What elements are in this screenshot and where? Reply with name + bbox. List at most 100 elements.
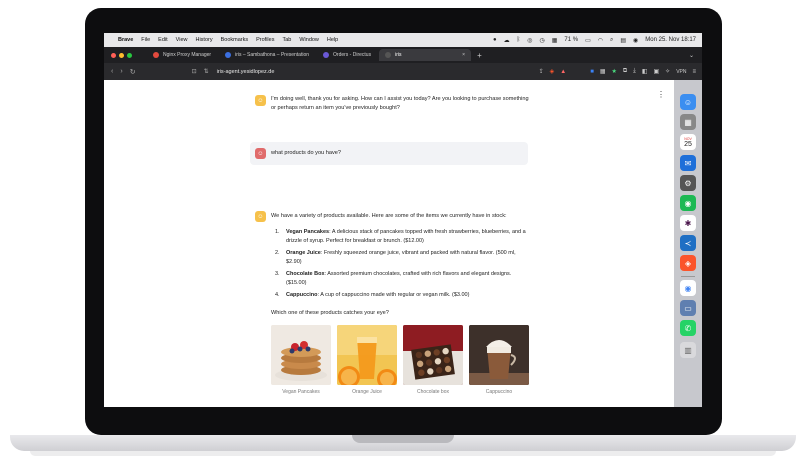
- user-message: what products do you have?: [271, 150, 341, 156]
- spotify-icon[interactable]: ◉: [680, 195, 696, 211]
- pancakes-image[interactable]: [271, 325, 331, 385]
- macos-dock: ☺ ▦ NOV 25 ✉ ⚙ ◉ ✱ ≺ ◈ ◉ ▭ ✆ ▥: [674, 80, 702, 407]
- bot-avatar-icon: ☺: [255, 211, 266, 222]
- reload-icon[interactable]: ↻: [130, 68, 136, 76]
- control-center-icon[interactable]: ▤: [620, 37, 626, 44]
- brave-icon[interactable]: ◈: [680, 255, 696, 271]
- directus-icon: [323, 52, 330, 58]
- product-name: Orange Juice: [286, 250, 321, 256]
- battery-icon[interactable]: ▭: [585, 37, 591, 44]
- laptop-notch: [352, 435, 454, 443]
- copy-icon[interactable]: ⧉: [623, 68, 627, 75]
- slack-icon[interactable]: ✱: [680, 215, 696, 231]
- close-tab-icon[interactable]: ×: [462, 52, 465, 58]
- site-settings-icon[interactable]: ⇅: [204, 68, 209, 75]
- menu-bookmarks[interactable]: Bookmarks: [221, 37, 249, 43]
- wifi-icon[interactable]: ◠: [598, 37, 603, 44]
- tab-presentation[interactable]: iris – Sambathona – Presentation: [219, 49, 315, 61]
- chevron-down-icon[interactable]: ⌄: [689, 52, 694, 59]
- user-avatar-icon: ☺: [255, 148, 266, 159]
- list-number: 2.: [275, 250, 280, 256]
- list-item: 3. Chocolate Box: Assorted premium choco…: [275, 270, 529, 288]
- wallet-icon[interactable]: ▣: [654, 68, 660, 75]
- grid-icon[interactable]: ▦: [552, 37, 558, 44]
- preview-icon[interactable]: ▭: [680, 300, 696, 316]
- url-actions: ⇪ ◈ ▲ ■ ▦ ★ ⧉ ⤓ ◧ ▣ ✧ VPN ≡: [533, 68, 696, 75]
- caption-pancakes: Vegan Pancakes: [282, 389, 320, 395]
- laptop-shadow: [30, 451, 776, 456]
- orange-juice-image[interactable]: [337, 325, 397, 385]
- menu-file[interactable]: File: [141, 37, 150, 43]
- list-number: 3.: [275, 271, 280, 277]
- menu-icon[interactable]: ≡: [692, 69, 696, 75]
- menu-edit[interactable]: Edit: [158, 37, 167, 43]
- timer-icon[interactable]: ◷: [539, 37, 544, 44]
- search-icon[interactable]: ⌕: [610, 37, 613, 44]
- tab-iris[interactable]: iris ×: [379, 49, 472, 61]
- forward-icon[interactable]: ›: [120, 68, 122, 75]
- product-list: 1. Vegan Pancakes: A delicious stack of …: [275, 228, 529, 303]
- pancakes-illustration: [271, 325, 331, 385]
- caption-chocolate-box: Chocolate box: [417, 389, 449, 395]
- brave-rewards-icon[interactable]: ▲: [560, 69, 566, 75]
- list-number: 4.: [275, 292, 280, 298]
- headphones-icon[interactable]: ◎: [527, 37, 532, 44]
- menu-window[interactable]: Window: [299, 37, 319, 43]
- zoom-window-button[interactable]: [127, 52, 132, 58]
- calendar-icon[interactable]: NOV 25: [680, 134, 696, 150]
- finder-icon[interactable]: ☺: [680, 94, 696, 110]
- siri-icon[interactable]: ◉: [633, 37, 638, 44]
- list-item: 4. Cappuccino: A cup of cappuccino made …: [275, 291, 529, 300]
- screen: Brave File Edit View History Bookmarks P…: [104, 33, 702, 407]
- extension-blue-icon[interactable]: ■: [590, 69, 594, 75]
- menu-help[interactable]: Help: [327, 37, 338, 43]
- caption-cappuccino: Cappuccino: [485, 389, 513, 395]
- leo-icon[interactable]: ✧: [665, 68, 670, 75]
- chocolate-box-illustration: [403, 325, 463, 385]
- product-desc: : Freshly squeezed orange juice, vibrant…: [286, 250, 516, 265]
- url-text[interactable]: iris-agent.yesidlopez.de: [217, 69, 275, 75]
- new-tab-button[interactable]: +: [477, 51, 482, 60]
- list-number: 1.: [275, 229, 280, 235]
- cappuccino-image[interactable]: [469, 325, 529, 385]
- orange-juice-illustration: [337, 325, 397, 385]
- close-window-button[interactable]: [111, 52, 116, 58]
- brave-shield-icon[interactable]: ◈: [550, 68, 555, 75]
- launchpad-icon[interactable]: ▦: [680, 114, 696, 130]
- minimize-window-button[interactable]: [119, 52, 124, 58]
- cloud-icon[interactable]: ☁: [504, 37, 510, 44]
- nginx-icon: [153, 52, 159, 58]
- back-icon[interactable]: ‹: [111, 68, 113, 75]
- extension-icon[interactable]: ▦: [600, 68, 606, 75]
- menu-view[interactable]: View: [176, 37, 188, 43]
- bluetooth-icon[interactable]: ᛒ: [517, 37, 521, 43]
- browser-tab-bar: Nginx Proxy Manager iris – Sambathona – …: [104, 47, 702, 63]
- more-options-icon[interactable]: ⋮: [657, 90, 665, 99]
- vpn-button[interactable]: VPN: [676, 69, 686, 75]
- menu-app-name[interactable]: Brave: [118, 37, 133, 43]
- menu-tab[interactable]: Tab: [282, 37, 291, 43]
- chocolate-box-image[interactable]: [403, 325, 463, 385]
- menu-history[interactable]: History: [195, 37, 212, 43]
- menu-profiles[interactable]: Profiles: [256, 37, 274, 43]
- download-icon[interactable]: ⤓: [633, 68, 636, 75]
- star-extension-icon[interactable]: ★: [611, 68, 616, 75]
- vscode-icon[interactable]: ≺: [680, 235, 696, 251]
- bot-message-intro: We have a variety of products available.…: [271, 213, 507, 219]
- trash-icon[interactable]: ▥: [680, 342, 696, 358]
- settings-icon[interactable]: ⚙: [680, 175, 696, 191]
- battery-percent[interactable]: 71 %: [564, 37, 578, 43]
- share-icon[interactable]: ⇪: [539, 68, 544, 75]
- bookmark-icon[interactable]: ⊡: [192, 68, 197, 75]
- whatsapp-icon[interactable]: ✆: [680, 320, 696, 336]
- record-icon[interactable]: ●: [493, 37, 497, 43]
- outlook-icon[interactable]: ✉: [680, 155, 696, 171]
- list-item: 1. Vegan Pancakes: A delicious stack of …: [275, 228, 529, 246]
- menubar-datetime[interactable]: Mon 25. Nov 18:17: [645, 37, 696, 43]
- chrome-icon[interactable]: ◉: [680, 280, 696, 296]
- sidebar-icon[interactable]: ◧: [642, 68, 648, 75]
- tab-directus[interactable]: Orders - Directus: [317, 49, 377, 61]
- tab-nginx[interactable]: Nginx Proxy Manager: [147, 49, 217, 61]
- address-bar: ‹ › ↻ ⊡ ⇅ iris-agent.yesidlopez.de ⇪ ◈ ▲…: [104, 63, 702, 80]
- macos-menubar: Brave File Edit View History Bookmarks P…: [104, 33, 702, 47]
